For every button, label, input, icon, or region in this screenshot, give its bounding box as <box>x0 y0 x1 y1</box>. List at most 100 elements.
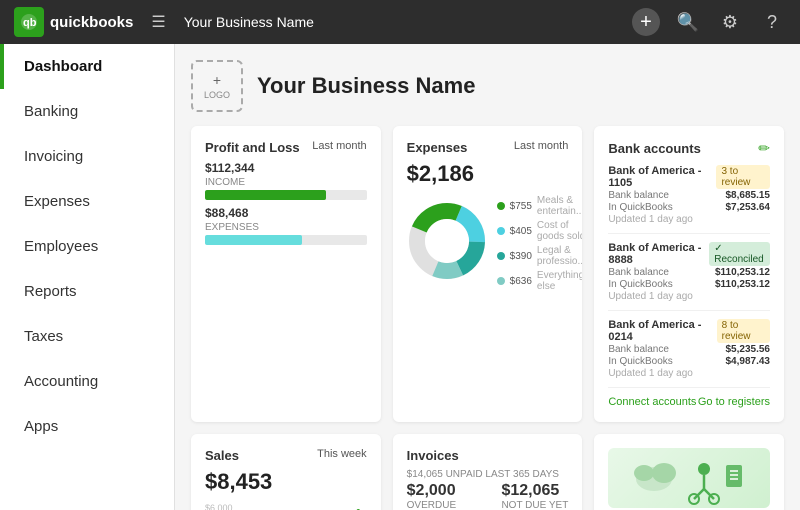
bank-account-3: Bank of America - 0214 8 to review Bank … <box>608 319 770 388</box>
invoices-title: Invoices <box>407 448 459 463</box>
bank-acc-3-qb: In QuickBooks $4,987.43 <box>608 356 770 367</box>
cards-grid: Profit and Loss Last month $112,344 INCO… <box>191 126 784 510</box>
tips-illustration <box>608 448 770 508</box>
legend-dot-3 <box>497 252 505 260</box>
invoices-overdue-tag: OVERDUE <box>407 500 456 510</box>
profit-loss-card: Profit and Loss Last month $112,344 INCO… <box>191 126 381 422</box>
legend-val-1: $755 <box>510 201 532 212</box>
business-name-heading: Your Business Name <box>257 73 475 99</box>
bank-account-2: Bank of America - 8888 ✓ Reconciled Bank… <box>608 242 770 311</box>
donut-legend: $755 Meals & entertain... $405 Cost of g… <box>497 195 583 292</box>
profit-loss-filter[interactable]: Last month <box>312 140 366 152</box>
legend-label-3: Legal & professio... <box>537 245 582 267</box>
sidebar: Dashboard Banking Invoicing Expenses Emp… <box>0 44 175 510</box>
help-icon[interactable]: ? <box>758 8 786 36</box>
expenses-total: $2,186 <box>407 161 569 187</box>
expenses-title: Expenses <box>407 140 468 155</box>
sidebar-item-invoicing[interactable]: Invoicing <box>0 134 174 179</box>
bank-acc-1-qb: In QuickBooks $7,253.64 <box>608 202 770 213</box>
sales-chart: $6,000 $4,000 $2,000 $0 Sun Mon Tue Wed … <box>205 503 367 510</box>
bank-acc-2-qb: In QuickBooks $110,253.12 <box>608 279 770 290</box>
bank-header: Bank accounts ✏ <box>608 140 770 157</box>
bank-title: Bank accounts <box>608 141 700 156</box>
legend-dot-1 <box>497 202 505 210</box>
expenses-bar <box>205 235 367 245</box>
svg-text:qb: qb <box>23 17 37 29</box>
bank-acc-3-updated: Updated 1 day ago <box>608 368 770 379</box>
legend-dot-4 <box>497 277 505 285</box>
legend-val-3: $390 <box>510 251 532 262</box>
bank-acc-1-balance: Bank balance $8,685.15 <box>608 190 770 201</box>
sidebar-item-banking[interactable]: Banking <box>0 89 174 134</box>
legend-label-2: Cost of goods sold <box>537 220 582 242</box>
hamburger-icon[interactable]: ☰ <box>151 12 165 32</box>
sales-card: Sales This week $8,453 <box>191 434 381 510</box>
donut-chart <box>407 201 487 286</box>
income-bar <box>205 190 367 200</box>
legend-label-1: Meals & entertain... <box>537 195 582 217</box>
expenses-header: Expenses Last month <box>407 140 569 155</box>
bank-acc-2-badge[interactable]: ✓ Reconciled <box>709 242 770 266</box>
sidebar-item-apps[interactable]: Apps <box>0 404 174 449</box>
business-header: + LOGO Your Business Name <box>191 60 784 112</box>
pnl-rows: $112,344 INCOME $88,468 EXPENSES <box>205 161 367 245</box>
sidebar-item-accounting[interactable]: Accounting <box>0 359 174 404</box>
income-value: $112,344 <box>205 161 367 175</box>
legend-val-4: $636 <box>510 276 532 287</box>
legend-item-4: $636 Everything else <box>497 270 583 292</box>
bank-acc-3-badge[interactable]: 8 to review <box>717 319 770 343</box>
invoices-unpaid-label: $14,065 UNPAID LAST 365 DAYS <box>407 469 569 480</box>
profit-loss-header: Profit and Loss Last month <box>205 140 367 155</box>
main-layout: Dashboard Banking Invoicing Expenses Emp… <box>0 44 800 510</box>
tips-card: Break free from the desk Snap photos of … <box>594 434 784 510</box>
bank-acc-1-header: Bank of America - 1105 3 to review <box>608 165 770 189</box>
bank-acc-2-name: Bank of America - 8888 <box>608 242 709 266</box>
sidebar-item-reports[interactable]: Reports <box>0 269 174 314</box>
invoices-notdue-tag: NOT DUE YET <box>501 500 568 510</box>
legend-val-2: $405 <box>510 226 532 237</box>
expenses-layout: $755 Meals & entertain... $405 Cost of g… <box>407 195 569 292</box>
expenses-card: Expenses Last month $2,186 <box>393 126 583 422</box>
bank-acc-3-name: Bank of America - 0214 <box>608 319 716 343</box>
search-icon[interactable]: 🔍 <box>674 8 702 36</box>
legend-dot-2 <box>497 227 505 235</box>
sales-filter[interactable]: This week <box>317 448 367 460</box>
connect-accounts-link[interactable]: Connect accounts <box>608 396 696 408</box>
expenses-bar-fill <box>205 235 302 245</box>
nav-icons: + 🔍 ⚙ ? <box>632 8 786 36</box>
invoices-overdue-row: $2,000 OVERDUE $12,065 NOT DUE YET <box>407 482 569 510</box>
income-bar-fill <box>205 190 326 200</box>
sidebar-item-taxes[interactable]: Taxes <box>0 314 174 359</box>
pnl-income-row: $112,344 INCOME <box>205 161 367 200</box>
nav-business-name: Your Business Name <box>184 14 314 30</box>
sidebar-item-employees[interactable]: Employees <box>0 224 174 269</box>
settings-icon[interactable]: ⚙ <box>716 8 744 36</box>
sales-header: Sales This week <box>205 448 367 463</box>
income-label: INCOME <box>205 177 367 188</box>
invoices-notdue-amount: $12,065 <box>501 482 568 500</box>
y-label-6k: $6,000 <box>205 503 233 510</box>
invoices-unpaid-section: $14,065 UNPAID LAST 365 DAYS $2,000 OVER… <box>407 469 569 510</box>
add-icon[interactable]: + <box>632 8 660 36</box>
bank-acc-2-updated: Updated 1 day ago <box>608 291 770 302</box>
bank-acc-1-badge[interactable]: 3 to review <box>716 165 770 189</box>
expenses-filter[interactable]: Last month <box>514 140 568 152</box>
invoices-header: Invoices <box>407 448 569 463</box>
go-to-registers-link[interactable]: Go to registers <box>698 396 770 408</box>
sidebar-item-dashboard[interactable]: Dashboard <box>0 44 174 89</box>
sales-title: Sales <box>205 448 239 463</box>
bank-acc-2-header: Bank of America - 8888 ✓ Reconciled <box>608 242 770 266</box>
profit-loss-title: Profit and Loss <box>205 140 300 155</box>
bank-acc-1-updated: Updated 1 day ago <box>608 214 770 225</box>
bank-edit-icon[interactable]: ✏ <box>758 140 770 157</box>
expenses-value: $88,468 <box>205 206 367 220</box>
legend-item-1: $755 Meals & entertain... <box>497 195 583 217</box>
bank-accounts-card: Bank accounts ✏ Bank of America - 1105 3… <box>594 126 784 422</box>
bank-acc-3-balance: Bank balance $5,235.56 <box>608 344 770 355</box>
business-logo[interactable]: + LOGO <box>191 60 243 112</box>
bank-acc-3-header: Bank of America - 0214 8 to review <box>608 319 770 343</box>
legend-item-3: $390 Legal & professio... <box>497 245 583 267</box>
expenses-label: EXPENSES <box>205 222 367 233</box>
bank-footer: Connect accounts Go to registers <box>608 396 770 408</box>
sidebar-item-expenses[interactable]: Expenses <box>0 179 174 224</box>
